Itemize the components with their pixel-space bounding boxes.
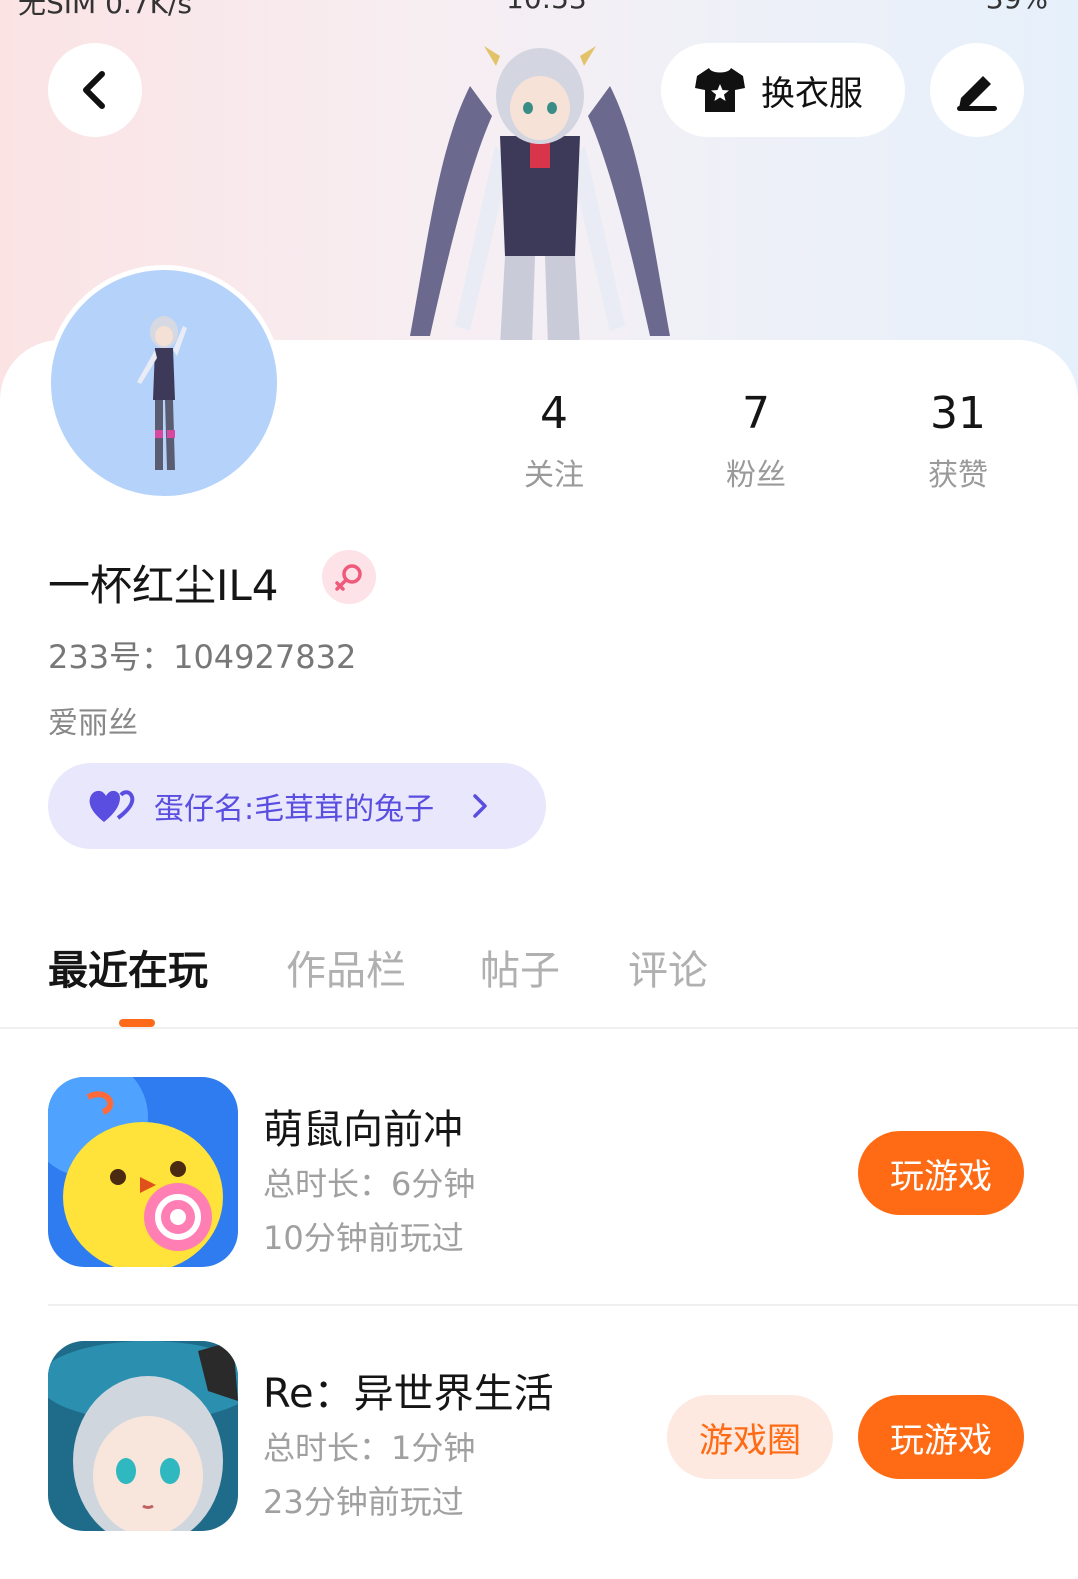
egg-name-pill[interactable]: 蛋仔名:毛茸茸的兔子: [48, 763, 546, 849]
tab-posts[interactable]: 帖子: [480, 938, 560, 996]
game-last-played: 23分钟前玩过: [263, 1483, 464, 1521]
stat-fans-label: 粉丝: [726, 458, 786, 493]
signature: 爱丽丝: [48, 706, 138, 741]
heart-icon: [89, 790, 135, 822]
status-bar: 无SIM 0.7K/s 10:53 39%: [18, 0, 1078, 20]
game-title: Re：异世界生活: [263, 1371, 554, 1417]
stat-likes-label: 获赞: [928, 458, 988, 493]
gender-badge: [322, 550, 376, 604]
egg-name-text: 蛋仔名:毛茸茸的兔子: [154, 792, 435, 827]
battery-text: 39%: [986, 0, 1048, 15]
tab-works[interactable]: 作品栏: [286, 938, 406, 996]
chevron-right-icon: [473, 794, 487, 818]
character-figure[interactable]: [400, 26, 680, 346]
change-outfit-label: 换衣服: [761, 73, 863, 114]
game-duration: 总时长：1分钟: [263, 1429, 476, 1467]
stat-likes-value: 31: [930, 388, 986, 439]
tab-comments[interactable]: 评论: [628, 938, 708, 996]
game-icon[interactable]: [48, 1077, 238, 1267]
stat-likes[interactable]: 31 获赞: [888, 388, 1028, 494]
carrier-text: 无SIM 0.7K/s: [18, 0, 193, 20]
play-game-button[interactable]: 玩游戏: [858, 1131, 1024, 1215]
stat-fans-value: 7: [742, 388, 770, 439]
user-id: 233号：104927832: [48, 638, 357, 676]
stat-following-value: 4: [540, 388, 568, 439]
avatar-figure-icon: [137, 310, 187, 470]
back-button[interactable]: [48, 43, 142, 137]
chevron-left-icon: [83, 71, 105, 109]
tabs-divider: [0, 1027, 1078, 1029]
avatar[interactable]: [46, 265, 282, 501]
tab-indicator: [119, 1019, 155, 1027]
clock: 10:53: [506, 0, 587, 15]
female-icon: [335, 564, 362, 591]
list-item[interactable]: Re：异世界生活 总时长：1分钟 23分钟前玩过 游戏圈 玩游戏: [48, 1341, 1078, 1531]
row-divider: [48, 1304, 1078, 1306]
stat-following-label: 关注: [524, 458, 584, 493]
stat-fans[interactable]: 7 粉丝: [686, 388, 826, 494]
tab-recent-play[interactable]: 最近在玩: [48, 938, 208, 996]
list-item[interactable]: 萌鼠向前冲 总时长：6分钟 10分钟前玩过 玩游戏: [48, 1077, 1078, 1267]
game-duration: 总时长：6分钟: [263, 1165, 476, 1203]
play-game-button[interactable]: 玩游戏: [858, 1395, 1024, 1479]
shirt-icon: [695, 68, 745, 112]
game-title: 萌鼠向前冲: [263, 1107, 463, 1153]
edit-profile-button[interactable]: [930, 43, 1024, 137]
pencil-icon: [957, 76, 997, 111]
game-icon[interactable]: [48, 1341, 238, 1531]
change-outfit-button[interactable]: 换衣服: [661, 43, 905, 137]
stat-following[interactable]: 4 关注: [484, 388, 624, 494]
game-last-played: 10分钟前玩过: [263, 1219, 464, 1257]
game-circle-button[interactable]: 游戏圈: [667, 1395, 833, 1479]
username: 一杯红尘IL4: [48, 561, 279, 610]
